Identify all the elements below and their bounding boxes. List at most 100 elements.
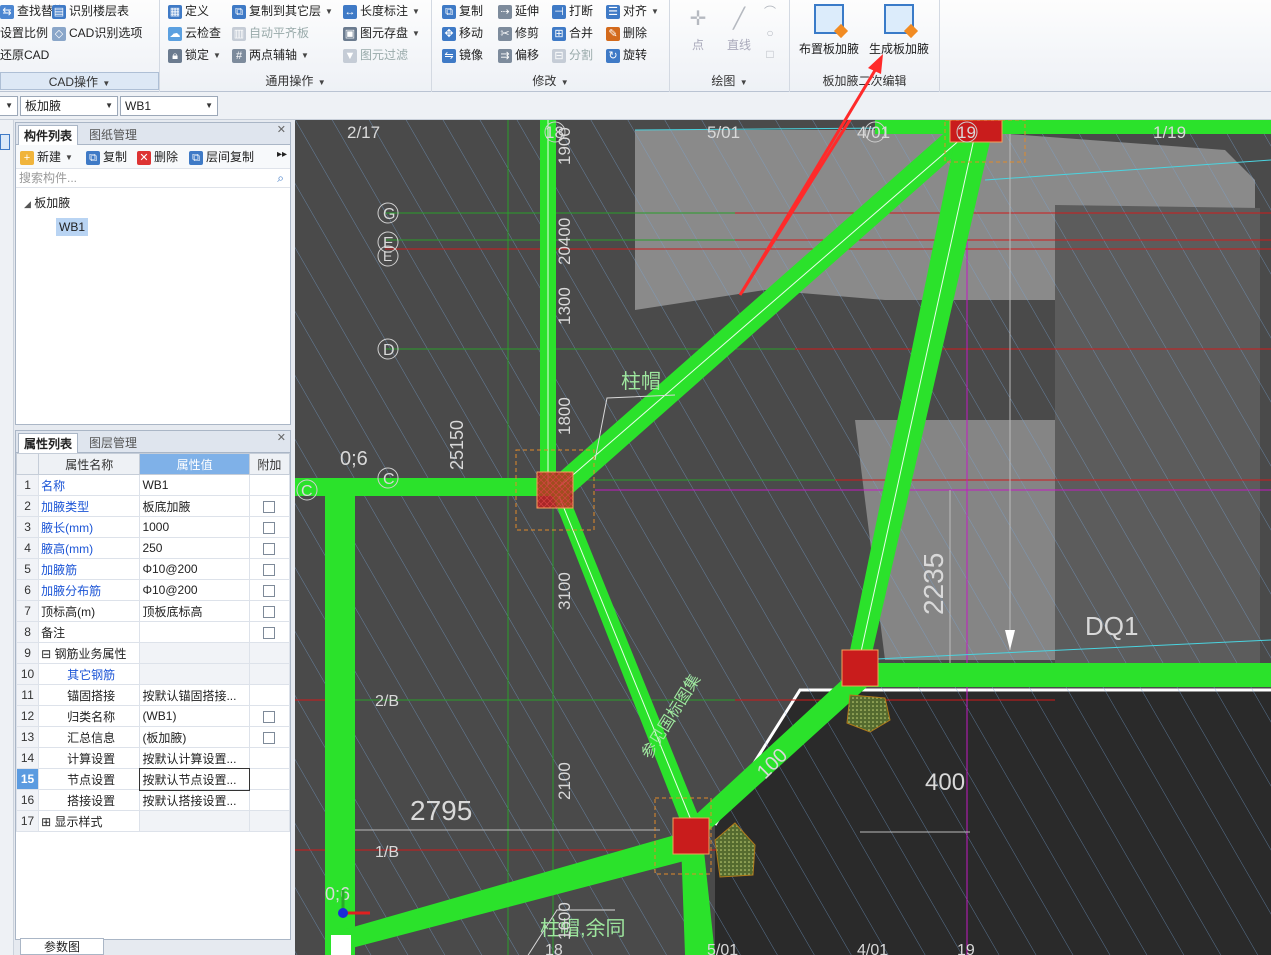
property-value[interactable]: WB1 <box>139 474 250 496</box>
property-value[interactable]: 板底加腋 <box>139 495 250 517</box>
property-value[interactable]: 按默认搭接设置... <box>139 789 250 811</box>
property-value[interactable]: 250 <box>139 537 250 559</box>
collapse-icon[interactable]: ⊟ <box>41 647 54 661</box>
more-icon[interactable]: ▸▸ <box>277 149 287 160</box>
property-value[interactable]: Φ10@200 <box>139 579 250 601</box>
line-button[interactable]: ╱ 直线 <box>724 6 754 53</box>
property-value[interactable] <box>139 810 250 832</box>
cad-identify-options-button[interactable]: ◇ CAD识别选项 <box>52 23 142 44</box>
tree-node-slab-haunch[interactable]: ◢ 板加腋 <box>24 194 70 211</box>
move-button[interactable]: ✥ 移动 <box>442 23 483 44</box>
expand-icon[interactable]: ◢ <box>24 199 31 209</box>
property-value[interactable]: Φ10@200 <box>139 558 250 580</box>
property-row[interactable]: 17 ⊞ 显示样式 <box>15 810 291 832</box>
two-point-axis-button[interactable]: # 两点辅轴 ▼ <box>232 45 309 66</box>
property-value[interactable]: 1000 <box>139 516 250 538</box>
side-strip[interactable] <box>0 120 14 955</box>
drawing-canvas[interactable]: 2/17 18 5/01 4/01 19 1/19 G E E D C C 2/… <box>295 120 1271 955</box>
property-row[interactable]: 1 名称 WB1 <box>15 474 291 496</box>
tab-layer-management[interactable]: 图层管理 <box>84 433 142 453</box>
tab-property-list[interactable]: 属性列表 <box>18 433 79 453</box>
copy-between-floors-button[interactable]: ⧉ 层间复制 <box>189 147 254 168</box>
lock-button[interactable]: 🔒︎ 锁定 ▼ <box>168 45 221 66</box>
point-button[interactable]: ✛ 点 <box>684 6 712 53</box>
property-value[interactable]: 按默认锚固搭接... <box>139 684 250 706</box>
expand-icon[interactable]: ⊞ <box>41 815 54 829</box>
layer-dropdown[interactable]: ▼ <box>0 96 18 116</box>
component-type-select[interactable]: 板加腋 ▼ <box>20 96 118 116</box>
auto-align-slab-button[interactable]: ▥ 自动平齐板 <box>232 23 309 44</box>
element-filter-button[interactable]: ▼ 图元过滤 <box>343 45 408 66</box>
copy-button[interactable]: ⧉ 复制 <box>442 1 483 22</box>
draw-more-tools[interactable]: ⌒ ○ □ <box>762 2 778 65</box>
cad-operations-caption[interactable]: CAD操作 ▼ <box>0 72 159 90</box>
property-value[interactable] <box>139 642 250 664</box>
additional-checkbox[interactable] <box>263 563 276 576</box>
additional-checkbox[interactable] <box>263 626 276 639</box>
property-row[interactable]: 4 腋高(mm) 250 <box>15 537 291 559</box>
search-icon[interactable]: ⌕ <box>277 169 284 188</box>
property-value[interactable]: (板加腋) <box>139 726 250 748</box>
additional-checkbox[interactable] <box>263 542 276 555</box>
property-value[interactable] <box>139 621 250 643</box>
cloud-check-button[interactable]: ☁ 云检查 <box>168 23 221 44</box>
extend-button[interactable]: ⇢ 延伸 <box>498 1 539 22</box>
general-operations-caption[interactable]: 通用操作 ▼ <box>160 72 431 90</box>
mirror-button[interactable]: ⇋ 镜像 <box>442 45 483 66</box>
element-save-button[interactable]: ▣ 图元存盘 ▼ <box>343 23 420 44</box>
tab-drawing-management[interactable]: 图纸管理 <box>84 125 142 145</box>
length-dimension-button[interactable]: ↔ 长度标注 ▼ <box>343 1 420 22</box>
draw-caption[interactable]: 绘图 ▼ <box>670 72 789 90</box>
tree-node-wb1[interactable]: WB1 <box>56 218 89 236</box>
tab-component-list[interactable]: 构件列表 <box>18 125 79 145</box>
property-row[interactable]: 14 计算设置 按默认计算设置... <box>15 747 291 769</box>
set-scale-button[interactable]: 设置比例 <box>0 23 48 44</box>
place-slab-haunch-button[interactable]: 布置板加腋 <box>798 4 860 57</box>
break-button[interactable]: ⊣ 打断 <box>552 1 593 22</box>
additional-checkbox[interactable] <box>263 584 276 597</box>
property-value[interactable] <box>139 663 250 685</box>
property-row[interactable]: 8 备注 <box>15 621 291 643</box>
property-row[interactable]: 15 节点设置 按默认节点设置... <box>15 767 291 791</box>
additional-checkbox[interactable] <box>263 710 276 723</box>
navigation-tab[interactable] <box>0 134 10 150</box>
close-icon[interactable]: ✕ <box>277 123 286 136</box>
component-search-input[interactable]: 搜索构件... ⌕ <box>16 169 290 188</box>
delete-component-button[interactable]: ✕ 删除 <box>137 147 178 168</box>
trim-button[interactable]: ✂ 修剪 <box>498 23 539 44</box>
modify-caption[interactable]: 修改 ▼ <box>432 72 669 90</box>
additional-checkbox[interactable] <box>263 731 276 744</box>
property-row[interactable]: 2 加腋类型 板底加腋 <box>15 495 291 517</box>
close-icon[interactable]: ✕ <box>277 431 286 444</box>
offset-button[interactable]: ⇉ 偏移 <box>498 45 539 66</box>
component-name-select[interactable]: WB1 ▼ <box>120 96 218 116</box>
property-row[interactable]: 7 顶标高(m) 顶板底标高 <box>15 600 291 622</box>
property-row[interactable]: 6 加腋分布筋 Φ10@200 <box>15 579 291 601</box>
identify-floor-table-button[interactable]: ▤ 识别楼层表 <box>52 1 129 22</box>
define-button[interactable]: ▦ 定义 <box>168 1 209 22</box>
property-row[interactable]: 13 汇总信息 (板加腋) <box>15 726 291 748</box>
property-value[interactable]: 按默认计算设置... <box>139 747 250 769</box>
tab-parameter-diagram[interactable]: 参数图 <box>20 938 104 955</box>
property-value[interactable]: (WB1) <box>139 705 250 727</box>
rotate-button[interactable]: ↻ 旋转 <box>606 45 647 66</box>
copy-to-other-floor-button[interactable]: ⧉ 复制到其它层 ▼ <box>232 1 333 22</box>
generate-slab-haunch-button[interactable]: 生成板加腋 <box>868 4 930 57</box>
property-row[interactable]: 9 ⊟ 钢筋业务属性 <box>15 642 291 664</box>
split-button[interactable]: ⊟ 分割 <box>552 45 593 66</box>
property-row[interactable]: 3 腋长(mm) 1000 <box>15 516 291 538</box>
align-button[interactable]: ☰ 对齐 ▼ <box>606 1 659 22</box>
property-row[interactable]: 5 加腋筋 Φ10@200 <box>15 558 291 580</box>
additional-checkbox[interactable] <box>263 605 276 618</box>
property-row[interactable]: 12 归类名称 (WB1) <box>15 705 291 727</box>
property-value[interactable]: 顶板底标高 <box>139 600 250 622</box>
restore-cad-button[interactable]: 还原CAD <box>0 45 49 66</box>
property-value[interactable]: 按默认节点设置... <box>138 767 251 791</box>
additional-checkbox[interactable] <box>263 500 276 513</box>
additional-checkbox[interactable] <box>263 521 276 534</box>
merge-button[interactable]: ⊞ 合并 <box>552 23 593 44</box>
delete-button[interactable]: ✎ 删除 <box>606 23 647 44</box>
property-row[interactable]: 16 搭接设置 按默认搭接设置... <box>15 789 291 811</box>
property-row[interactable]: 10 其它钢筋 <box>15 663 291 685</box>
new-component-button[interactable]: + 新建 ▼ <box>20 147 73 168</box>
